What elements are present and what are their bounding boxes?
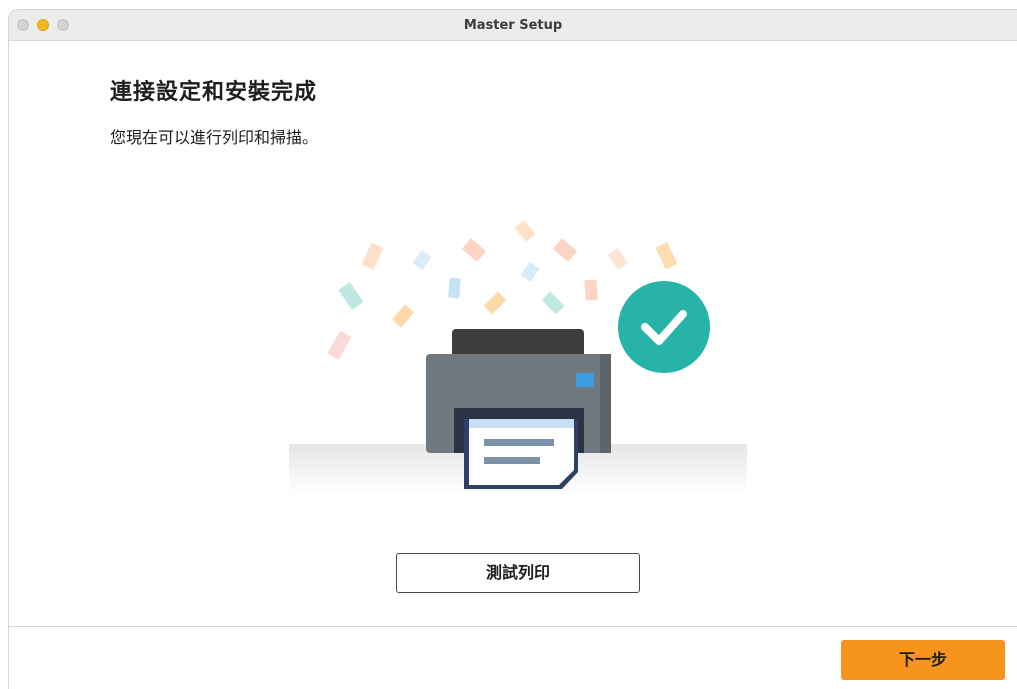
- confetti-piece: [327, 330, 352, 360]
- page-title: 連接設定和安裝完成: [110, 80, 318, 105]
- paper-header-strip: [469, 419, 574, 428]
- confetti-piece: [514, 220, 536, 242]
- confetti-piece: [483, 291, 507, 315]
- window-title: Master Setup: [463, 18, 563, 33]
- paper-line: [484, 457, 540, 464]
- printer-side-shadow: [600, 354, 611, 453]
- paper-sheet: [469, 419, 574, 485]
- confetti-piece: [520, 262, 540, 282]
- confetti-piece: [391, 304, 415, 328]
- page-subtitle: 您現在可以進行列印和掃描。: [110, 128, 319, 147]
- success-badge: [618, 281, 710, 373]
- paper-line: [484, 439, 554, 446]
- confetti-piece: [552, 238, 578, 262]
- confetti-piece: [338, 282, 364, 310]
- confetti-piece: [361, 242, 384, 270]
- confetti-piece: [461, 238, 487, 262]
- test-print-button[interactable]: 測試列印: [396, 553, 640, 593]
- confetti-piece: [541, 291, 565, 315]
- printer-indicator: [576, 373, 594, 387]
- confetti-piece: [412, 250, 432, 270]
- next-button[interactable]: 下一步: [841, 640, 1005, 680]
- confetti-piece: [584, 279, 598, 301]
- setup-window: Master Setup 連接設定和安裝完成 您現在可以進行列印和掃描。 測試列…: [8, 9, 1017, 689]
- checkmark-icon: [618, 281, 710, 373]
- confetti-piece: [448, 277, 461, 299]
- printer-complete-illustration: [289, 220, 747, 496]
- footer-divider: [9, 626, 1017, 627]
- confetti-piece: [607, 248, 629, 270]
- confetti-piece: [655, 242, 678, 270]
- title-bar: Master Setup: [9, 10, 1017, 41]
